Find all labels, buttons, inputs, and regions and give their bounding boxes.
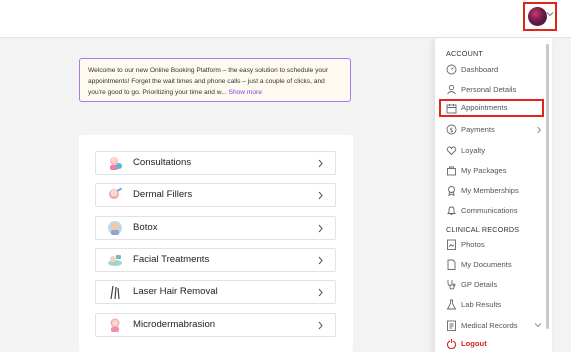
- chevron-right-icon: [318, 224, 323, 233]
- document-icon: [447, 259, 456, 270]
- account-heading: ACCOUNT: [446, 49, 483, 58]
- medical-record-icon: [447, 320, 456, 331]
- chevron-right-icon: [318, 159, 323, 168]
- menu-item-label: Personal Details: [461, 85, 517, 94]
- show-more-link[interactable]: Show more: [229, 89, 262, 96]
- service-item-laser-hair-removal[interactable]: Laser Hair Removal: [95, 280, 336, 304]
- service-label: Botox: [133, 222, 158, 233]
- menu-item-label: Payments: [461, 125, 495, 134]
- dashboard-icon: [446, 64, 457, 75]
- menu-item-label: My Packages: [461, 166, 507, 175]
- menu-item-appointments[interactable]: Appointments: [439, 99, 544, 117]
- service-label: Consultations: [133, 157, 192, 168]
- menu-item-lab-results[interactable]: Lab Results: [446, 297, 544, 313]
- service-item-consultations[interactable]: Consultations: [95, 151, 336, 175]
- user-menu-button[interactable]: [523, 2, 557, 31]
- service-item-microdermabrasion[interactable]: Microdermabrasion: [95, 313, 336, 337]
- menu-item-label: Dashboard: [461, 65, 499, 74]
- svg-text:$: $: [449, 126, 453, 134]
- menu-item-label: Loyalty: [461, 146, 486, 155]
- user-dropdown-menu: ACCOUNT Dashboard Personal Details Appoi…: [434, 38, 552, 352]
- bell-icon: [447, 206, 456, 215]
- menu-item-label: Lab Results: [461, 300, 502, 309]
- chevron-down-icon: [546, 12, 554, 17]
- menu-item-personal-details[interactable]: Personal Details: [446, 82, 544, 98]
- menu-scrollbar[interactable]: [546, 44, 549, 329]
- stethoscope-icon: [447, 280, 456, 290]
- chevron-right-icon: [537, 126, 542, 134]
- calendar-icon: [446, 104, 457, 114]
- menu-item-logout[interactable]: Logout: [446, 336, 544, 352]
- service-item-dermal-fillers[interactable]: Dermal Fillers: [95, 183, 336, 207]
- microdermabrasion-icon: [110, 318, 120, 332]
- menu-item-label: Medical Records: [461, 321, 518, 330]
- dollar-icon: $: [446, 124, 457, 135]
- service-item-facial-treatments[interactable]: Facial Treatments: [95, 248, 336, 272]
- menu-item-label: Appointments: [461, 103, 508, 112]
- menu-item-payments[interactable]: $ Payments: [446, 122, 544, 138]
- badge-icon: [448, 186, 455, 196]
- menu-item-label: Communications: [461, 206, 518, 215]
- chevron-right-icon: [318, 256, 323, 265]
- menu-item-label: My Memberships: [461, 186, 519, 195]
- service-label: Facial Treatments: [133, 254, 210, 265]
- menu-item-communications[interactable]: Communications: [446, 203, 544, 219]
- consultation-icon: [110, 157, 122, 170]
- bag-icon: [447, 166, 456, 176]
- chevron-right-icon: [318, 191, 323, 200]
- menu-item-my-packages[interactable]: My Packages: [446, 163, 544, 179]
- top-bar: [0, 0, 571, 38]
- menu-item-loyalty[interactable]: Loyalty: [446, 143, 544, 159]
- chevron-right-icon: [318, 288, 323, 297]
- welcome-text: Welcome to our new Online Booking Platfo…: [88, 67, 328, 96]
- menu-item-label: My Documents: [461, 260, 512, 269]
- menu-item-label: GP Details: [461, 280, 498, 289]
- service-label: Laser Hair Removal: [133, 286, 218, 297]
- person-icon: [447, 84, 456, 95]
- menu-item-my-memberships[interactable]: My Memberships: [446, 183, 544, 199]
- menu-item-dashboard[interactable]: Dashboard: [446, 62, 544, 78]
- botox-icon: [108, 221, 122, 235]
- service-item-botox[interactable]: Botox: [95, 216, 336, 240]
- menu-item-my-documents[interactable]: My Documents: [446, 257, 544, 273]
- service-label: Microdermabrasion: [133, 319, 216, 330]
- chevron-down-icon: [534, 323, 542, 328]
- clinical-records-heading: CLINICAL RECORDS: [446, 225, 520, 234]
- heart-icon: [446, 146, 457, 156]
- chevron-right-icon: [318, 321, 323, 330]
- flask-icon: [446, 299, 457, 310]
- dermal-fillers-icon: [109, 187, 123, 199]
- photo-icon: [447, 239, 456, 250]
- menu-item-gp-details[interactable]: GP Details: [446, 277, 544, 293]
- facial-treatments-icon: [108, 255, 122, 266]
- avatar[interactable]: [528, 7, 547, 26]
- menu-item-medical-records[interactable]: Medical Records: [446, 318, 544, 334]
- logout-icon: [446, 339, 457, 349]
- welcome-banner: Welcome to our new Online Booking Platfo…: [79, 58, 351, 102]
- laser-hair-removal-icon: [110, 285, 120, 300]
- menu-item-label: Photos: [461, 240, 485, 249]
- service-label: Dermal Fillers: [133, 189, 193, 200]
- menu-item-photos[interactable]: Photos: [446, 237, 544, 253]
- logout-label: Logout: [461, 339, 487, 348]
